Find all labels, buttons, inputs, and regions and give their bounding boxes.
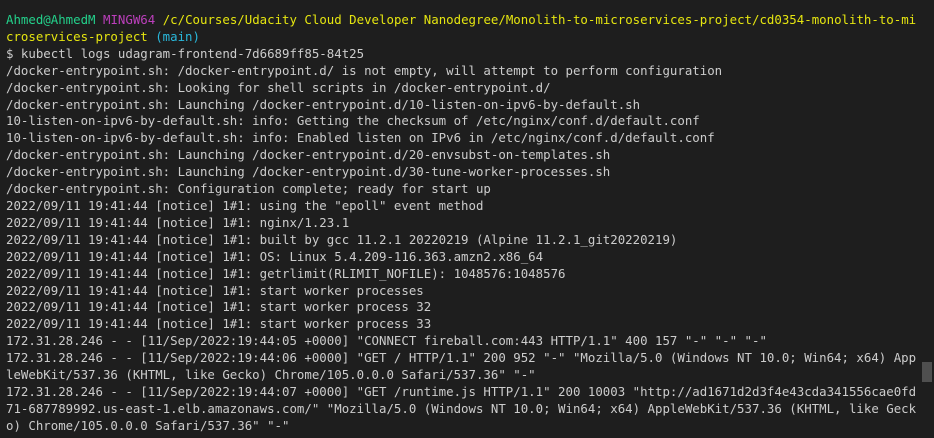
output-line: /docker-entrypoint.sh: Launching /docker… (6, 96, 641, 112)
output-line: 172.31.28.246 - - [11/Sep/2022:19:44:07 … (6, 383, 917, 433)
prompt-line: Ahmed@AhmedM MINGW64 /c/Courses/Udacity … (6, 12, 918, 46)
command-line: $ kubectl logs udagram-frontend-7d6689ff… (6, 45, 365, 61)
output-line: 2022/09/11 19:41:44 [notice] 1#1: using … (6, 197, 484, 213)
output-line: /docker-entrypoint.sh: Looking for shell… (6, 79, 551, 95)
prompt-user: Ahmed@AhmedM (6, 12, 96, 27)
output-line: 10-listen-on-ipv6-by-default.sh: info: E… (6, 130, 715, 146)
prompt-branch: (main) (155, 28, 200, 44)
output-line: 172.31.28.246 - - [11/Sep/2022:19:44:05 … (6, 333, 767, 349)
output-line: 2022/09/11 19:41:44 [notice] 1#1: start … (6, 299, 432, 315)
output-line: 172.31.28.246 - - [11/Sep/2022:19:44:06 … (6, 350, 917, 383)
output-line: 2022/09/11 19:41:44 [notice] 1#1: nginx/… (6, 214, 350, 230)
output-line: 10-listen-on-ipv6-by-default.sh: info: G… (6, 113, 700, 129)
output-line: /docker-entrypoint.sh: /docker-entrypoin… (6, 62, 723, 78)
scrollbar-track[interactable] (920, 0, 934, 438)
output-line: /docker-entrypoint.sh: Launching /docker… (6, 164, 611, 180)
terminal-window[interactable]: Ahmed@AhmedM MINGW64 /c/Courses/Udacity … (0, 0, 934, 438)
output-line: 2022/09/11 19:41:44 [notice] 1#1: start … (6, 282, 424, 298)
prompt-env: MINGW64 (103, 12, 156, 27)
scrollbar-thumb[interactable] (922, 362, 932, 382)
output-line: /docker-entrypoint.sh: Configuration com… (6, 181, 491, 197)
output-line: 2022/09/11 19:41:44 [notice] 1#1: start … (6, 316, 432, 332)
output-line: /docker-entrypoint.sh: Launching /docker… (6, 147, 611, 163)
output-line: 2022/09/11 19:41:44 [notice] 1#1: OS: Li… (6, 248, 544, 264)
output-line: 2022/09/11 19:41:44 [notice] 1#1: getrli… (6, 265, 566, 281)
output-line: 2022/09/11 19:41:44 [notice] 1#1: built … (6, 231, 678, 247)
